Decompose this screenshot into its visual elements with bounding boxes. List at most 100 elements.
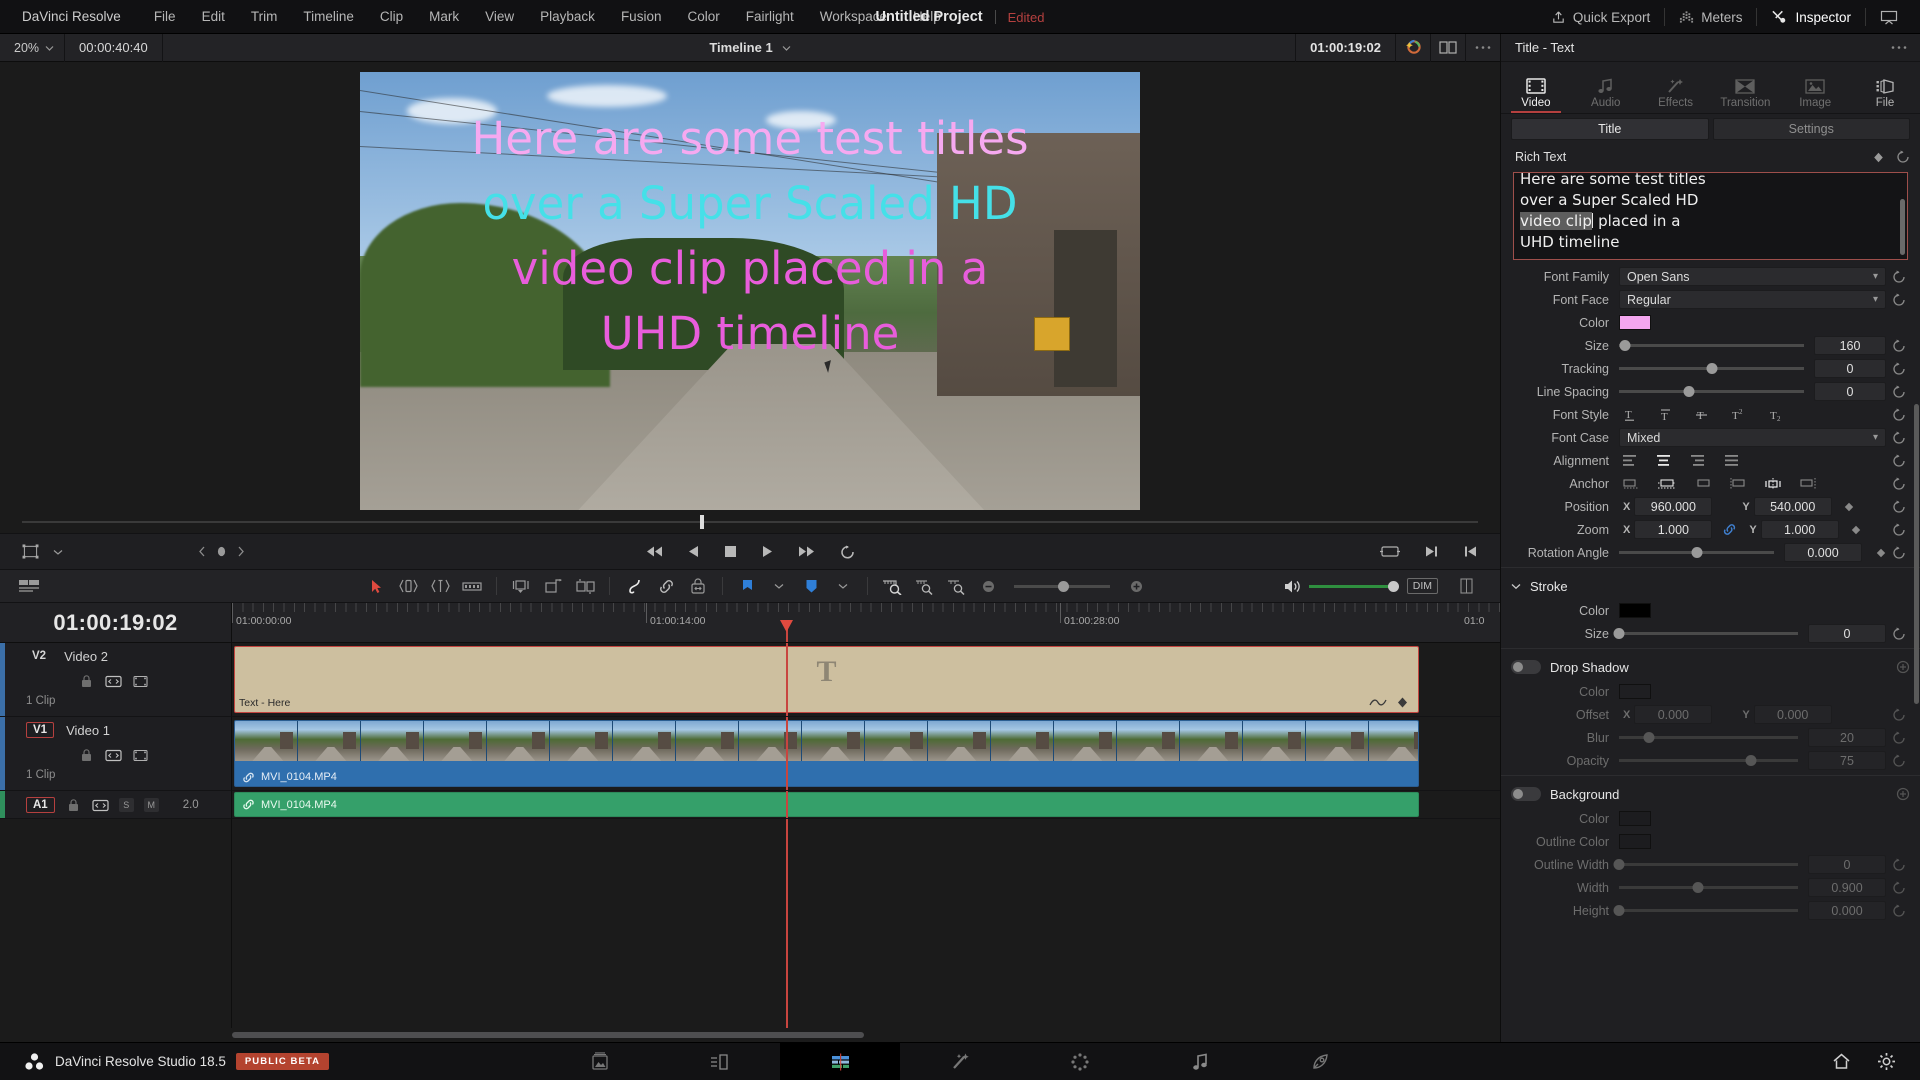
reset-icon[interactable] xyxy=(1892,408,1906,422)
size-slider-knob[interactable] xyxy=(1619,340,1631,351)
timeline-zoom-slider[interactable] xyxy=(1014,580,1110,592)
viewer-scrubber[interactable] xyxy=(0,511,1500,533)
ellipsis-icon[interactable] xyxy=(1890,45,1908,50)
anchor-center-icon[interactable] xyxy=(1765,477,1781,490)
keyframe-diamond-icon[interactable] xyxy=(1876,548,1886,558)
menu-trim[interactable]: Trim xyxy=(238,0,291,34)
selection-arrow-icon[interactable] xyxy=(360,569,392,603)
reset-icon[interactable] xyxy=(1892,385,1906,399)
curve-editor-icon[interactable] xyxy=(1369,698,1387,707)
timeline-clip-video[interactable]: MVI_0104.MP4 xyxy=(234,720,1419,787)
play-icon[interactable] xyxy=(761,545,773,559)
bg-outline-width-value[interactable]: 0 xyxy=(1808,855,1886,874)
anchor-bottom-center-icon[interactable] xyxy=(1658,478,1676,489)
stop-icon[interactable] xyxy=(724,545,737,559)
razor-icon[interactable] xyxy=(456,569,488,603)
tab-transition[interactable]: Transition xyxy=(1710,79,1780,113)
source-timecode[interactable]: 00:00:40:40 xyxy=(65,40,162,55)
scrubber-track[interactable] xyxy=(22,521,1478,523)
ruler-playhead[interactable] xyxy=(780,620,793,642)
ds-color-swatch[interactable] xyxy=(1619,684,1651,699)
volume-knob[interactable] xyxy=(1387,580,1399,592)
tracking-slider[interactable] xyxy=(1619,363,1804,374)
zoom-in-button[interactable] xyxy=(1120,569,1152,603)
timeline-timecode-display[interactable]: 01:00:19:02 xyxy=(0,603,232,643)
flag-icon[interactable] xyxy=(731,569,763,603)
ds-opacity-knob[interactable] xyxy=(1745,755,1757,766)
snapping-icon[interactable] xyxy=(618,569,650,603)
track-header-a1[interactable]: A1 S M 2.0 xyxy=(0,791,232,819)
track-header-v1[interactable]: V1 Video 1 1 Clip xyxy=(0,717,232,791)
add-keyframe-icon[interactable] xyxy=(1896,787,1910,801)
subtab-settings[interactable]: Settings xyxy=(1712,118,1910,140)
chevron-down-icon[interactable] xyxy=(827,569,859,603)
menu-playback[interactable]: Playback xyxy=(527,0,608,34)
align-left-icon[interactable] xyxy=(1623,455,1637,466)
bg-outline-width-knob[interactable] xyxy=(1613,859,1625,870)
keyframe-diamond-icon[interactable] xyxy=(1844,502,1854,512)
speaker-icon[interactable] xyxy=(1277,569,1309,603)
menu-brand[interactable]: DaVinci Resolve xyxy=(22,0,141,34)
reset-icon[interactable] xyxy=(1892,270,1906,284)
reset-icon[interactable] xyxy=(1892,708,1906,722)
zoom-in-ruler-icon[interactable] xyxy=(908,569,940,603)
overwrite-clip-icon[interactable] xyxy=(537,569,569,603)
align-right-icon[interactable] xyxy=(1691,455,1705,466)
reset-icon[interactable] xyxy=(1892,362,1906,376)
menu-mark[interactable]: Mark xyxy=(416,0,472,34)
tab-effects[interactable]: Effects xyxy=(1641,78,1711,113)
tracking-value[interactable]: 0 xyxy=(1814,359,1886,378)
strikethrough-icon[interactable]: T xyxy=(1695,408,1709,422)
anchor-bottom-left-icon[interactable] xyxy=(1623,478,1639,489)
video-enable-icon[interactable] xyxy=(132,674,149,688)
align-justify-icon[interactable] xyxy=(1725,455,1739,466)
meters-button[interactable]: Meters xyxy=(1665,0,1756,34)
trim-edit-icon[interactable] xyxy=(392,569,424,603)
menu-view[interactable]: View xyxy=(472,0,527,34)
align-center-icon[interactable] xyxy=(1657,455,1671,466)
chevron-down-icon[interactable] xyxy=(763,569,795,603)
zoom-x-value[interactable]: 1.000 xyxy=(1634,520,1713,539)
keyframe-diamond-icon[interactable] xyxy=(1873,152,1884,163)
menu-timeline[interactable]: Timeline xyxy=(290,0,367,34)
menu-file[interactable]: File xyxy=(141,0,189,34)
scrollbar-thumb[interactable] xyxy=(232,1032,864,1038)
ds-blur-knob[interactable] xyxy=(1643,732,1655,743)
add-keyframe-icon[interactable] xyxy=(1896,660,1910,674)
superscript-icon[interactable]: T2 xyxy=(1731,408,1747,422)
color-page-icon[interactable] xyxy=(1020,1043,1140,1080)
stroke-size-knob[interactable] xyxy=(1613,628,1625,639)
rotation-value[interactable]: 0.000 xyxy=(1784,543,1862,562)
edit-page-icon[interactable] xyxy=(780,1042,900,1080)
chevron-down-icon[interactable] xyxy=(1511,583,1521,590)
ds-blur-value[interactable]: 20 xyxy=(1808,728,1886,747)
inspector-button[interactable]: Inspector xyxy=(1757,0,1865,34)
lock-icon[interactable] xyxy=(78,748,95,762)
insert-clip-icon[interactable] xyxy=(505,569,537,603)
track-body-v1[interactable]: MVI_0104.MP4 xyxy=(232,717,1500,791)
bg-outline-color-swatch[interactable] xyxy=(1619,834,1651,849)
tab-file[interactable]: File xyxy=(1850,78,1920,113)
split-screen-icon[interactable] xyxy=(1431,34,1465,62)
keyframe-diamond-icon[interactable] xyxy=(1397,697,1408,708)
fairlight-page-icon[interactable] xyxy=(1140,1043,1260,1080)
mute-icon[interactable]: M xyxy=(143,798,159,812)
anchor-right-icon[interactable] xyxy=(1800,478,1816,489)
tab-audio[interactable]: Audio xyxy=(1571,78,1641,113)
zoom-out-ruler-icon[interactable] xyxy=(940,569,972,603)
media-page-icon[interactable] xyxy=(540,1043,660,1080)
track-a1-channel-level[interactable]: 2.0 xyxy=(183,799,199,811)
position-y-value[interactable]: 540.000 xyxy=(1753,497,1832,516)
rich-text-scrollbar[interactable] xyxy=(1900,199,1905,255)
bg-width-knob[interactable] xyxy=(1692,882,1704,893)
jump-to-start-icon[interactable] xyxy=(645,545,664,559)
viewer-zoom-select[interactable]: 20% xyxy=(0,41,64,55)
scrubber-playhead[interactable] xyxy=(700,515,704,529)
reset-icon[interactable] xyxy=(1892,500,1906,514)
reset-icon[interactable] xyxy=(1892,523,1906,537)
auto-select-icon[interactable] xyxy=(105,674,122,688)
link-icon[interactable] xyxy=(1722,523,1737,536)
reset-icon[interactable] xyxy=(1892,546,1906,560)
stroke-size-value[interactable]: 0 xyxy=(1808,624,1886,643)
audio-meters-icon[interactable] xyxy=(1450,569,1482,603)
